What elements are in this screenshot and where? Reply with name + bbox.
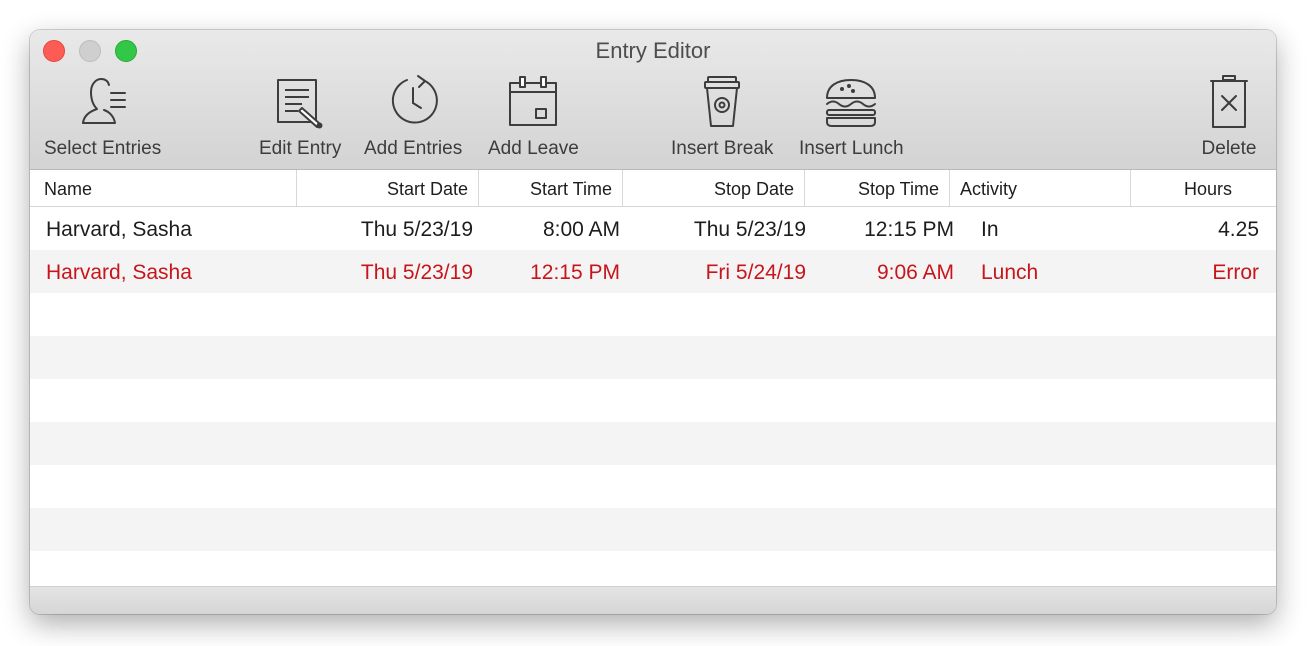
cell-stop-time: 9:06 AM xyxy=(876,261,954,284)
entry-editor-window: Entry Editor Select Entries Edit Entry A… xyxy=(30,30,1276,614)
window-title: Entry Editor xyxy=(595,38,711,63)
entries-table-body: Harvard, Sasha Thu 5/23/19 8:00 AM Thu 5… xyxy=(30,207,1276,587)
column-header-hours[interactable]: Hours xyxy=(1131,170,1276,206)
column-header-name[interactable]: Name xyxy=(30,170,297,206)
column-header-start-time[interactable]: Start Time xyxy=(479,170,623,206)
empty-row xyxy=(30,379,1276,422)
insert-lunch-button[interactable]: Insert Lunch xyxy=(799,74,904,160)
empty-row xyxy=(30,293,1276,336)
cell-start-date: Thu 5/23/19 xyxy=(360,218,473,241)
select-entries-icon xyxy=(81,78,126,124)
empty-row xyxy=(30,336,1276,379)
cell-activity: In xyxy=(981,218,999,241)
column-header-start-date[interactable]: Start Date xyxy=(297,170,479,206)
select-entries-button[interactable]: Select Entries xyxy=(44,74,161,160)
bottom-bar xyxy=(30,587,1276,614)
delete-label: Delete xyxy=(1201,138,1257,159)
column-header-activity[interactable]: Activity xyxy=(950,170,1131,206)
column-header-stop-time[interactable]: Stop Time xyxy=(805,170,950,206)
table-row[interactable]: Harvard, Sasha Thu 5/23/19 8:00 AM Thu 5… xyxy=(30,207,1276,250)
column-header-stop-date[interactable]: Stop Date xyxy=(623,170,805,206)
trash-icon xyxy=(1210,75,1248,128)
edit-entry-button[interactable]: Edit Entry xyxy=(259,74,341,160)
cell-stop-time: 12:15 PM xyxy=(864,218,954,241)
edit-entry-icon xyxy=(277,79,323,129)
cell-stop-date: Fri 5/24/19 xyxy=(705,261,806,284)
cell-hours: 4.25 xyxy=(1218,218,1259,241)
table-header: Name Start Date Start Time Stop Date Sto… xyxy=(30,170,1276,207)
clock-refresh-icon xyxy=(392,75,438,124)
cell-name: Harvard, Sasha xyxy=(46,218,192,241)
cell-hours: Error xyxy=(1212,261,1259,284)
table-row[interactable]: Harvard, Sasha Thu 5/23/19 12:15 PM Fri … xyxy=(30,250,1276,293)
cell-start-date: Thu 5/23/19 xyxy=(360,261,473,284)
coffee-cup-icon xyxy=(704,76,741,127)
add-leave-label: Add Leave xyxy=(488,138,579,159)
cell-start-time: 8:00 AM xyxy=(542,218,620,241)
calendar-icon xyxy=(509,76,558,126)
empty-row xyxy=(30,465,1276,508)
add-leave-button[interactable]: Add Leave xyxy=(488,74,579,160)
add-entries-button[interactable]: Add Entries xyxy=(364,74,462,160)
add-entries-label: Add Entries xyxy=(364,138,463,159)
empty-row xyxy=(30,422,1276,465)
select-entries-label: Select Entries xyxy=(44,138,162,159)
empty-row xyxy=(30,551,1276,586)
empty-row xyxy=(30,508,1276,551)
cell-start-time: 12:15 PM xyxy=(530,261,620,284)
cell-activity: Lunch xyxy=(981,261,1039,284)
insert-break-button[interactable]: Insert Break xyxy=(671,74,773,160)
titlebar: Entry Editor Select Entries Edit Entry A… xyxy=(30,30,1276,170)
burger-icon xyxy=(826,79,877,127)
insert-lunch-label: Insert Lunch xyxy=(799,138,904,159)
cell-name: Harvard, Sasha xyxy=(46,261,192,284)
edit-entry-label: Edit Entry xyxy=(259,138,342,159)
insert-break-label: Insert Break xyxy=(671,138,774,159)
delete-button[interactable]: Delete xyxy=(1201,74,1257,160)
cell-stop-date: Thu 5/23/19 xyxy=(693,218,806,241)
